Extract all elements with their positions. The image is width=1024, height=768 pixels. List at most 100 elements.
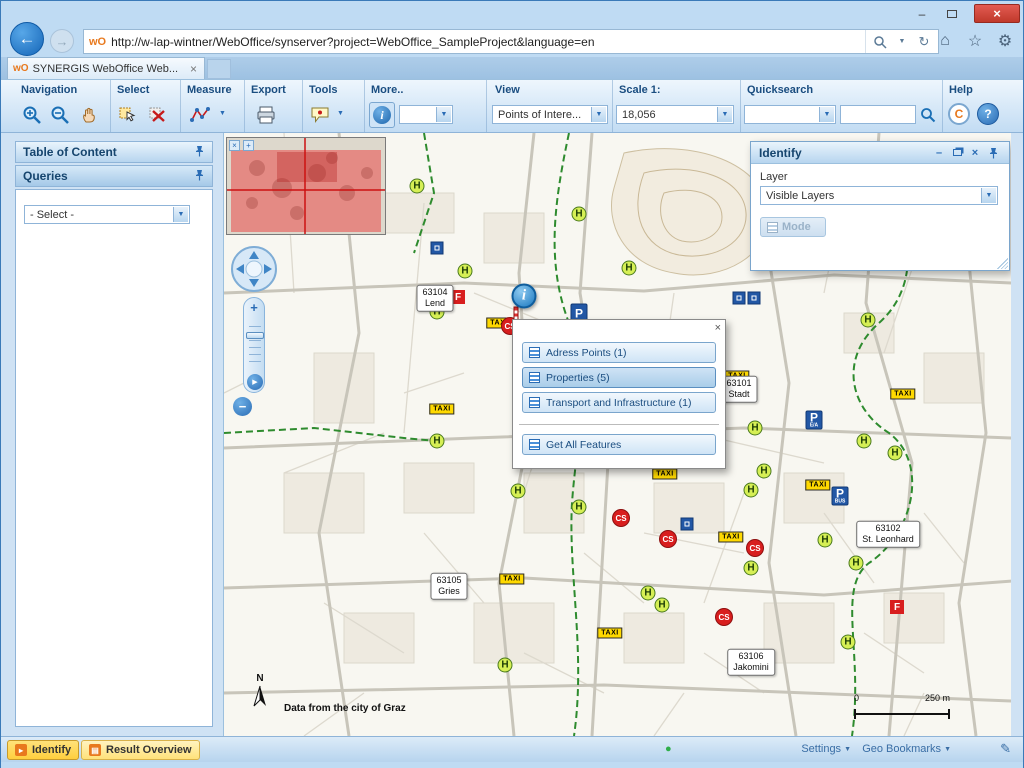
pan-compass[interactable] bbox=[230, 245, 278, 298]
pharmacy-marker[interactable]: H bbox=[744, 483, 759, 498]
pharmacy-marker[interactable]: H bbox=[430, 434, 445, 449]
pharmacy-marker[interactable]: H bbox=[458, 264, 473, 279]
zoom-in-icon[interactable]: + bbox=[244, 300, 264, 315]
panel-restore-icon[interactable] bbox=[949, 145, 965, 161]
pin-icon[interactable] bbox=[194, 145, 205, 160]
pharmacy-marker[interactable]: H bbox=[757, 464, 772, 479]
get-all-features-button[interactable]: Get All Features bbox=[522, 434, 716, 455]
edit-pencil-icon[interactable]: ✎ bbox=[1000, 741, 1011, 757]
home-icon[interactable]: ⌂ bbox=[933, 29, 957, 53]
tab-close-icon[interactable]: × bbox=[188, 62, 199, 76]
new-tab-button[interactable] bbox=[207, 59, 231, 79]
taxi-marker[interactable]: TAXI bbox=[718, 532, 743, 543]
settings-menu[interactable]: Settings ▼ bbox=[801, 743, 851, 755]
measure-button[interactable] bbox=[187, 102, 213, 128]
popup-item-1[interactable]: Properties (5) bbox=[522, 367, 716, 388]
zoom-slider[interactable]: + ▶ bbox=[243, 297, 265, 393]
poi-marker[interactable] bbox=[681, 518, 694, 531]
browser-tab[interactable]: wO SYNERGIS WebOffice Web... × bbox=[7, 57, 205, 79]
taxi-marker[interactable]: TAXI bbox=[890, 389, 915, 400]
pharmacy-marker[interactable]: H bbox=[572, 500, 587, 515]
fuel-station-marker[interactable]: CS bbox=[659, 530, 677, 548]
overview-close-icon[interactable]: × bbox=[229, 140, 240, 151]
pharmacy-marker[interactable]: H bbox=[857, 434, 872, 449]
panel-resize-grip[interactable] bbox=[997, 258, 1008, 269]
taxi-marker[interactable]: TAXI bbox=[597, 628, 622, 639]
url-dropdown-icon[interactable]: ▼ bbox=[892, 31, 912, 52]
pin-icon[interactable] bbox=[194, 169, 205, 184]
more-tools-select[interactable]: ▼ bbox=[399, 105, 453, 124]
mode-button[interactable]: Mode bbox=[760, 217, 826, 237]
pharmacy-marker[interactable]: H bbox=[572, 207, 587, 222]
identify-info-marker[interactable]: i bbox=[512, 284, 537, 309]
clear-selection-button[interactable] bbox=[145, 102, 171, 128]
popup-close-icon[interactable]: × bbox=[715, 322, 721, 334]
popup-item-2[interactable]: Transport and Infrastructure (1) bbox=[522, 392, 716, 413]
taxi-marker[interactable]: TAXI bbox=[499, 574, 524, 585]
zoom-out-icon[interactable]: − bbox=[233, 397, 252, 416]
view-select[interactable]: Points of Intere... ▼ bbox=[492, 105, 608, 124]
queries-header[interactable]: Queries bbox=[15, 165, 213, 187]
measure-dropdown-icon[interactable]: ▼ bbox=[219, 110, 226, 117]
taxi-marker[interactable]: TAXI bbox=[652, 469, 677, 480]
quicksearch-input[interactable] bbox=[840, 105, 916, 124]
contact-button[interactable]: C bbox=[948, 103, 970, 125]
poi-marker[interactable] bbox=[431, 242, 444, 255]
forward-button[interactable]: → bbox=[50, 29, 74, 53]
pharmacy-marker[interactable]: H bbox=[841, 635, 856, 650]
layer-select[interactable]: Visible Layers ▼ bbox=[760, 186, 998, 205]
zoom-play-icon[interactable]: ▶ bbox=[247, 374, 263, 390]
parking-marker[interactable]: PE/A bbox=[806, 411, 823, 430]
quicksearch-button[interactable] bbox=[917, 104, 938, 125]
parking-marker[interactable]: PBUS bbox=[832, 487, 849, 506]
panel-close-icon[interactable]: × bbox=[967, 145, 983, 161]
geo-bookmarks-menu[interactable]: Geo Bookmarks ▼ bbox=[862, 743, 951, 755]
refresh-icon[interactable]: ↻ bbox=[914, 31, 934, 52]
window-close-button[interactable]: × bbox=[974, 4, 1020, 23]
pharmacy-marker[interactable]: H bbox=[818, 533, 833, 548]
pharmacy-marker[interactable]: H bbox=[410, 179, 425, 194]
pharmacy-marker[interactable]: H bbox=[655, 598, 670, 613]
poi-marker[interactable] bbox=[733, 292, 746, 305]
favorites-star-icon[interactable]: ☆ bbox=[963, 29, 987, 53]
toc-header[interactable]: Table of Content bbox=[15, 141, 213, 163]
popup-item-0[interactable]: Adress Points (1) bbox=[522, 342, 716, 363]
panel-minimize-icon[interactable]: – bbox=[931, 145, 947, 161]
pharmacy-marker[interactable]: H bbox=[849, 556, 864, 571]
pharmacy-marker[interactable]: H bbox=[641, 586, 656, 601]
search-icon[interactable] bbox=[870, 31, 890, 52]
identify-tab[interactable]: ▸ Identify bbox=[7, 740, 79, 760]
tools-dropdown-icon[interactable]: ▼ bbox=[337, 110, 344, 117]
overview-map[interactable]: × + bbox=[226, 137, 386, 235]
query-select[interactable]: - Select - ▼ bbox=[24, 205, 190, 224]
poi-marker[interactable] bbox=[748, 292, 761, 305]
zoom-slider-handle[interactable] bbox=[246, 332, 264, 339]
pharmacy-marker[interactable]: H bbox=[888, 446, 903, 461]
identify-panel-header[interactable]: Identify – × bbox=[751, 142, 1009, 164]
quicksearch-select[interactable]: ▼ bbox=[744, 105, 836, 124]
back-button[interactable]: ← bbox=[10, 22, 44, 56]
taxi-marker[interactable]: TAXI bbox=[805, 480, 830, 491]
overview-move-icon[interactable]: + bbox=[243, 140, 254, 151]
fuel-station-marker[interactable]: CS bbox=[715, 608, 733, 626]
help-button[interactable]: ? bbox=[977, 103, 999, 125]
result-overview-tab[interactable]: ▤ Result Overview bbox=[81, 740, 200, 760]
fire-station-marker[interactable]: F bbox=[890, 600, 904, 614]
fuel-station-marker[interactable]: CS bbox=[746, 539, 764, 557]
zoom-out-button[interactable] bbox=[47, 102, 73, 128]
taxi-marker[interactable]: TAXI bbox=[429, 404, 454, 415]
zoom-in-button[interactable] bbox=[19, 102, 45, 128]
pharmacy-marker[interactable]: H bbox=[744, 561, 759, 576]
window-minimize-button[interactable]: – bbox=[907, 4, 937, 23]
pharmacy-marker[interactable]: H bbox=[622, 261, 637, 276]
fuel-station-marker[interactable]: CS bbox=[612, 509, 630, 527]
settings-gear-icon[interactable]: ⚙ bbox=[993, 29, 1017, 53]
pan-hand-button[interactable] bbox=[77, 102, 103, 128]
window-maximize-button[interactable] bbox=[937, 4, 967, 23]
print-button[interactable] bbox=[253, 102, 279, 128]
pharmacy-marker[interactable]: H bbox=[748, 421, 763, 436]
pharmacy-marker[interactable]: H bbox=[498, 658, 513, 673]
pharmacy-marker[interactable]: H bbox=[861, 313, 876, 328]
identify-tool-button[interactable]: i bbox=[369, 102, 395, 128]
scale-select[interactable]: 18,056 ▼ bbox=[616, 105, 734, 124]
